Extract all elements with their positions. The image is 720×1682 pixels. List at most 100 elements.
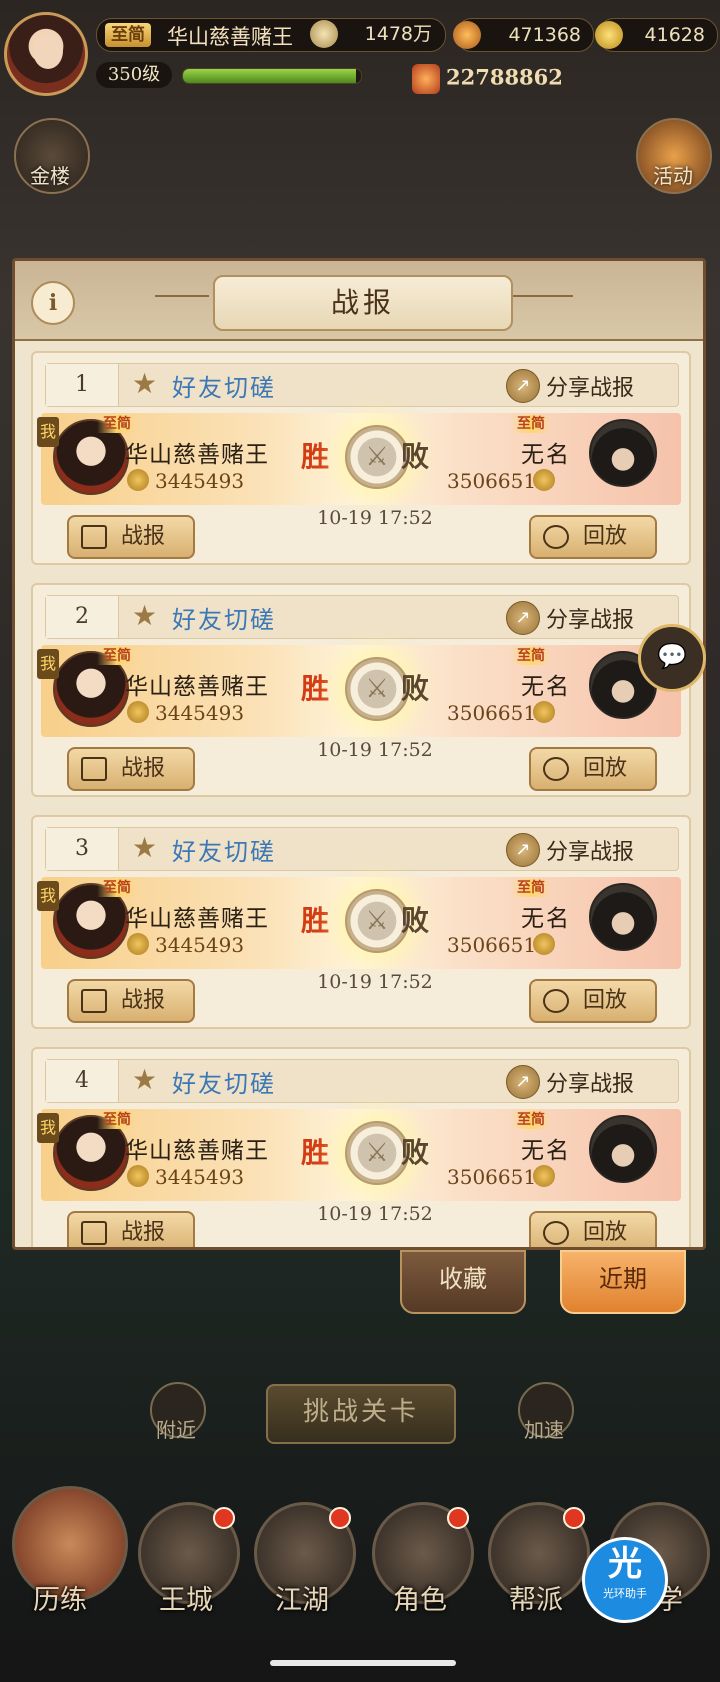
gold-ingot-icon (595, 21, 623, 49)
report-list-icon (81, 757, 107, 781)
crossed-swords-icon: ⚔ (345, 425, 409, 489)
coin-icon (310, 20, 338, 48)
player-name: 华山慈善赌王 (125, 442, 269, 468)
favorite-star-icon[interactable]: ★ (132, 1066, 157, 1094)
replay-label: 回放 (583, 1220, 628, 1245)
battle-mode: 好友切磋 (172, 606, 276, 634)
opponent-avatar[interactable] (589, 883, 657, 951)
opponent-vip-badge: 至简 (511, 879, 551, 897)
vip-badge: 至简 (105, 23, 151, 47)
challenge-stage-button[interactable]: 挑战关卡 (266, 1384, 456, 1444)
opponent-vip-badge: 至简 (511, 415, 551, 433)
play-icon (543, 989, 569, 1013)
share-report-button[interactable]: 分享战报 (546, 602, 634, 634)
opponent-vip-badge: 至简 (511, 647, 551, 665)
report-card: 4 ★ 好友切磋 ↗ 分享战报 我 至简 华山慈善赌王 3445493 胜 ⚔ … (31, 1047, 691, 1247)
helper-char: 光 (608, 1544, 642, 1584)
exp-fill (183, 69, 356, 83)
crossed-swords-icon: ⚔ (345, 1121, 409, 1185)
view-report-button[interactable]: 战报 (67, 747, 195, 791)
helper-assistant-button[interactable]: 光 光环助手 (582, 1537, 668, 1623)
share-icon[interactable]: ↗ (506, 369, 540, 403)
opponent-avatar[interactable] (589, 1115, 657, 1183)
play-icon (543, 757, 569, 781)
win-label: 胜 (301, 672, 330, 705)
share-icon[interactable]: ↗ (506, 601, 540, 635)
tab-favorites[interactable]: 收藏 (400, 1250, 526, 1314)
opponent-avatar[interactable] (589, 419, 657, 487)
opponent-power: 3506651 (447, 1165, 537, 1189)
share-icon[interactable]: ↗ (506, 833, 540, 867)
title-ornament-left (155, 295, 209, 297)
share-icon[interactable]: ↗ (506, 1065, 540, 1099)
me-tag: 我 (37, 649, 59, 679)
player-name: 华山慈善赌王 (167, 25, 293, 49)
replay-button[interactable]: 回放 (529, 747, 657, 791)
player-name: 华山慈善赌王 (125, 906, 269, 932)
card-header: 2 ★ 好友切磋 ↗ 分享战报 (45, 595, 679, 639)
golden-tower-label: 金楼 (30, 164, 70, 188)
player-name: 华山慈善赌王 (125, 674, 269, 700)
nearby-label: 附近 (156, 1418, 196, 1442)
power-icon (533, 701, 555, 723)
favorite-star-icon[interactable]: ★ (132, 370, 157, 398)
replay-button[interactable]: 回放 (529, 979, 657, 1023)
player-name: 华山慈善赌王 (125, 1138, 269, 1164)
silver-resource[interactable]: 1478万 (310, 18, 444, 50)
view-report-button[interactable]: 战报 (67, 1211, 195, 1247)
win-label: 胜 (301, 1136, 330, 1169)
replay-button[interactable]: 回放 (529, 1211, 657, 1247)
report-time: 10-19 17:52 (317, 1203, 433, 1225)
player-power: 3445493 (155, 701, 245, 725)
report-time: 10-19 17:52 (317, 739, 433, 761)
share-report-button[interactable]: 分享战报 (546, 370, 634, 402)
play-icon (543, 525, 569, 549)
crossed-swords-icon: ⚔ (345, 657, 409, 721)
report-list-icon (81, 525, 107, 549)
power-value: 22788862 (446, 64, 563, 90)
favorite-star-icon[interactable]: ★ (132, 834, 157, 862)
report-time: 10-19 17:52 (317, 507, 433, 529)
gold-resource[interactable]: 41628 (595, 18, 718, 52)
battle-mode: 好友切磋 (172, 1070, 276, 1098)
view-report-button[interactable]: 战报 (67, 979, 195, 1023)
helper-text: 光环助手 (603, 1587, 647, 1600)
report-list-icon (81, 989, 107, 1013)
speedup-label: 加速 (524, 1418, 564, 1442)
info-button[interactable]: i (31, 281, 75, 325)
battle-mode: 好友切磋 (172, 838, 276, 866)
share-report-button[interactable]: 分享战报 (546, 1066, 634, 1098)
view-report-label: 战报 (121, 756, 166, 781)
view-report-label: 战报 (121, 524, 166, 549)
player-level: 350级 (96, 62, 172, 88)
battle-mode: 好友切磋 (172, 374, 276, 402)
power-icon (127, 701, 149, 723)
opponent-name: 无名 (521, 442, 571, 468)
player-vip-badge: 至简 (97, 879, 137, 897)
replay-label: 回放 (583, 988, 628, 1013)
opponent-name: 无名 (521, 674, 571, 700)
panel-title: 战报 (213, 275, 513, 331)
replay-button[interactable]: 回放 (529, 515, 657, 559)
silver-value: 1478万 (364, 23, 432, 45)
opponent-power: 3506651 (447, 933, 537, 957)
ingot-resource[interactable]: 471368 (453, 18, 594, 52)
report-index: 1 (46, 364, 119, 406)
view-report-button[interactable]: 战报 (67, 515, 195, 559)
report-index: 3 (46, 828, 119, 870)
nav-royal-city-label: 王城 (159, 1585, 213, 1616)
chat-bubble-icon[interactable]: 💬 (638, 624, 706, 692)
player-avatar[interactable] (4, 12, 88, 96)
power-icon (533, 933, 555, 955)
notification-dot (563, 1507, 585, 1529)
crossed-swords-icon: ⚔ (345, 889, 409, 953)
lose-label: 败 (401, 672, 430, 705)
tab-recent[interactable]: 近期 (560, 1250, 686, 1314)
replay-label: 回放 (583, 756, 628, 781)
ingot-value: 471368 (508, 24, 581, 46)
favorite-star-icon[interactable]: ★ (132, 602, 157, 630)
power-icon (533, 1165, 555, 1187)
share-report-button[interactable]: 分享战报 (546, 834, 634, 866)
home-indicator[interactable] (270, 1660, 456, 1666)
player-power: 3445493 (155, 1165, 245, 1189)
